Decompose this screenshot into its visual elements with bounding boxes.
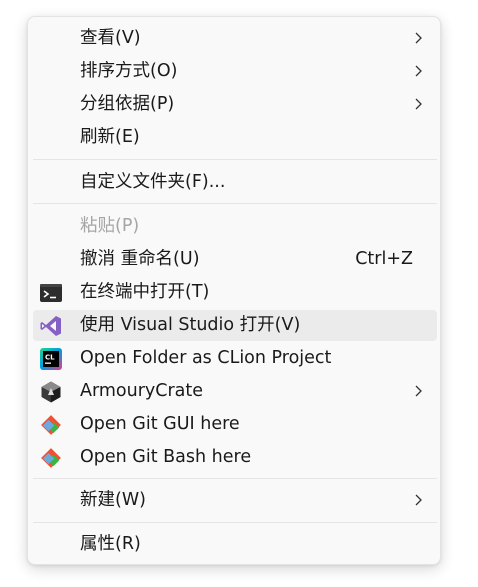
menu-item-label: 刷新(E) [80, 127, 140, 147]
context-menu: 查看(V) 排序方式(O) 分组依据(P) 刷新(E) 自定义文件夹(F)...… [27, 16, 441, 565]
menu-item-label: 粘贴(P) [80, 216, 140, 236]
chevron-right-icon [415, 98, 422, 110]
menu-item-label: 自定义文件夹(F)... [80, 172, 226, 192]
visual-studio-icon [40, 316, 61, 336]
menu-item-label: ArmouryCrate [80, 381, 204, 401]
menu-separator [33, 203, 437, 204]
menu-item-customize-folder[interactable]: 自定义文件夹(F)... [33, 167, 437, 198]
svg-text:CL: CL [45, 354, 55, 362]
menu-item-sort-by[interactable]: 排序方式(O) [33, 56, 437, 87]
menu-item-label: Open Git GUI here [80, 414, 240, 434]
menu-item-label: 分组依据(P) [80, 94, 175, 114]
menu-item-view[interactable]: 查看(V) [33, 23, 437, 54]
menu-item-open-in-terminal[interactable]: 在终端中打开(T) [33, 277, 437, 308]
menu-separator [33, 159, 437, 160]
chevron-right-icon [415, 32, 422, 44]
menu-item-label: 在终端中打开(T) [80, 282, 210, 302]
menu-item-label: 排序方式(O) [80, 61, 178, 81]
terminal-icon [40, 284, 62, 302]
chevron-right-icon [415, 494, 422, 506]
menu-separator [33, 522, 437, 523]
menu-item-open-with-visual-studio[interactable]: 使用 Visual Studio 打开(V) [33, 310, 437, 341]
menu-item-armoury-crate[interactable]: ArmouryCrate [33, 376, 437, 407]
git-icon [41, 415, 61, 435]
shortcut-text: Ctrl+Z [355, 249, 413, 269]
menu-separator [33, 478, 437, 479]
menu-item-open-git-bash[interactable]: Open Git Bash here [33, 442, 437, 473]
menu-item-open-clion-project[interactable]: CL Open Folder as CLion Project [33, 343, 437, 374]
menu-item-refresh[interactable]: 刷新(E) [33, 122, 437, 153]
menu-item-paste: 粘贴(P) [33, 211, 437, 242]
menu-item-label: 属性(R) [80, 534, 141, 554]
menu-item-group-by[interactable]: 分组依据(P) [33, 89, 437, 120]
menu-item-label: 新建(W) [80, 490, 146, 510]
menu-item-undo-rename[interactable]: 撤消 重命名(U) Ctrl+Z [33, 244, 437, 275]
git-icon [41, 448, 61, 468]
menu-item-label: Open Git Bash here [80, 447, 252, 467]
chevron-right-icon [415, 65, 422, 77]
armoury-crate-icon [41, 381, 61, 403]
menu-item-new[interactable]: 新建(W) [33, 485, 437, 516]
menu-item-label: 查看(V) [80, 28, 141, 48]
menu-item-label: 撤消 重命名(U) [80, 249, 200, 269]
menu-item-label: 使用 Visual Studio 打开(V) [80, 315, 301, 335]
chevron-right-icon [415, 385, 422, 397]
menu-item-open-git-gui[interactable]: Open Git GUI here [33, 409, 437, 440]
menu-item-properties[interactable]: 属性(R) [33, 529, 437, 560]
menu-item-label: Open Folder as CLion Project [80, 348, 332, 368]
clion-icon: CL [40, 348, 62, 370]
